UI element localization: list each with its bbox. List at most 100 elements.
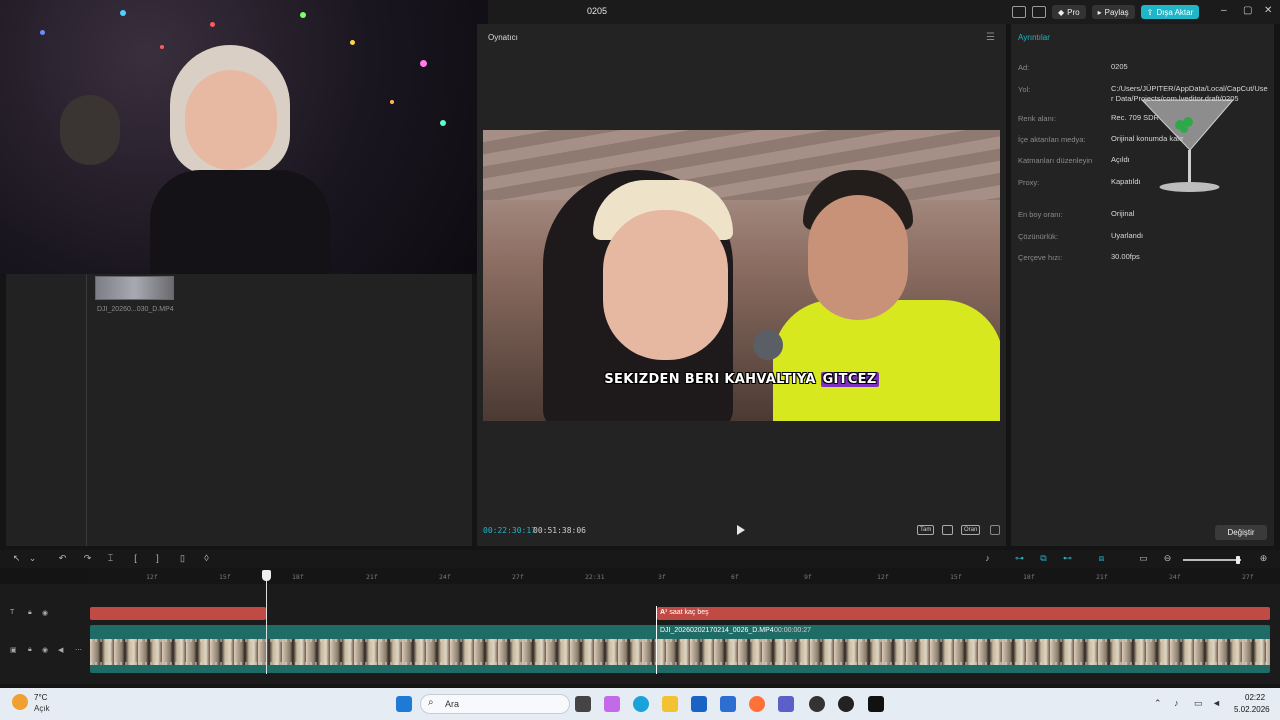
- teams-icon[interactable]: [778, 696, 794, 712]
- zoom-slider[interactable]: [1183, 559, 1241, 561]
- tick-label: 21f: [366, 573, 378, 581]
- zoom-in-icon[interactable]: ⊕: [1259, 554, 1268, 563]
- playhead[interactable]: [266, 574, 267, 674]
- text-clip[interactable]: [657, 607, 1270, 620]
- detail-label-name: Ad:: [1018, 63, 1030, 72]
- capcut-window: 0205 ◆ Pro ▸ Paylaş ⇪ Dışa Aktar – ▢ ✕ DJI_…: [0, 0, 1280, 720]
- file-explorer-icon[interactable]: [662, 696, 678, 712]
- text-clip[interactable]: [90, 607, 266, 620]
- change-button[interactable]: Değiştir: [1215, 525, 1267, 540]
- microphone-icon[interactable]: ♪: [1174, 698, 1179, 708]
- volume-icon[interactable]: ◄: [1212, 698, 1221, 708]
- webcam-overlay: [0, 0, 488, 274]
- weather-description: Açık: [34, 704, 50, 713]
- tick-label: 27f: [1242, 573, 1254, 581]
- taskbar-search[interactable]: [420, 694, 570, 714]
- crop-icon[interactable]: [942, 525, 953, 535]
- split-right-icon[interactable]: ]: [153, 554, 162, 563]
- undo-icon[interactable]: ↶: [58, 554, 67, 563]
- split-icon[interactable]: ⌶: [106, 554, 115, 563]
- tick-label: 3f: [658, 573, 666, 581]
- shield-icon[interactable]: ◊: [202, 554, 211, 563]
- network-icon[interactable]: ▭: [1194, 698, 1203, 709]
- eye-icon[interactable]: ◉: [42, 646, 48, 654]
- fullscreen-icon[interactable]: [990, 525, 1000, 535]
- lock-icon[interactable]: 🔒︎: [28, 646, 32, 654]
- detail-value-name: 0205: [1111, 62, 1128, 71]
- detail-label-aspect: En boy oranı:: [1018, 210, 1063, 219]
- media-thumbnail[interactable]: [95, 276, 174, 300]
- firefox-icon[interactable]: [749, 696, 765, 712]
- menu-icon[interactable]: ☰: [986, 32, 995, 43]
- player-title: Oynatıcı: [488, 33, 518, 42]
- store-icon[interactable]: [691, 696, 707, 712]
- subtitle-main: SEKIZDEN BERI KAHVALTIYA: [604, 372, 816, 387]
- minimize-icon[interactable]: –: [1221, 5, 1227, 16]
- share-button[interactable]: ▸ Paylaş: [1091, 5, 1135, 19]
- chevron-up-icon[interactable]: ⌃: [1154, 698, 1162, 709]
- video-clip-name: DJI_20260202170214_0026_D.MP4: [660, 627, 774, 634]
- current-timecode: 00:22:30:17: [483, 526, 536, 535]
- audio-icon[interactable]: ◀: [58, 646, 63, 654]
- delete-icon[interactable]: ▯: [178, 554, 187, 563]
- redo-icon[interactable]: ↷: [83, 554, 92, 563]
- copilot-icon[interactable]: [604, 696, 620, 712]
- eye-icon[interactable]: ◉: [42, 609, 48, 617]
- project-title: 0205: [587, 6, 608, 16]
- media-clip-label: DJI_20260...030_D.MP4: [97, 306, 174, 313]
- pro-button[interactable]: ◆ Pro: [1052, 5, 1086, 19]
- fit-button[interactable]: Tam: [917, 525, 935, 535]
- playhead-handle[interactable]: [262, 570, 271, 581]
- zoom-out-icon[interactable]: ⊖: [1163, 554, 1172, 563]
- tick-label: 27f: [512, 573, 524, 581]
- tick-label: 18f: [292, 573, 304, 581]
- export-icon: ⇪: [1146, 7, 1154, 17]
- film-perforation: [90, 662, 1270, 665]
- more-icon[interactable]: ⋯: [75, 646, 82, 654]
- film-perforation: [90, 639, 1270, 642]
- details-title: Ayrıntılar: [1018, 33, 1050, 42]
- capcut-icon[interactable]: [868, 696, 884, 712]
- play-icon[interactable]: [737, 525, 745, 535]
- shortcut-icon[interactable]: [1032, 6, 1046, 18]
- edge-icon[interactable]: [633, 696, 649, 712]
- outlook-icon[interactable]: [720, 696, 736, 712]
- video-subtitle: SEKIZDEN BERI KAHVALTIYA GITCEZ: [483, 372, 1000, 387]
- split-left-icon[interactable]: [: [131, 554, 140, 563]
- snap-icon[interactable]: ⊷: [1063, 554, 1072, 563]
- maximize-icon[interactable]: ▢: [1243, 5, 1252, 16]
- export-button[interactable]: ⇪ Dışa Aktar: [1140, 5, 1200, 19]
- weather-temperature: 7°C: [34, 693, 48, 702]
- title-bar-actions: ◆ Pro ▸ Paylaş ⇪ Dışa Aktar: [1012, 5, 1200, 19]
- detail-label-layers: Katmanları düzenleyin: [1018, 156, 1093, 165]
- magnet-icon[interactable]: ⊶: [1015, 554, 1024, 563]
- ratio-button[interactable]: Oran: [961, 525, 981, 535]
- layout-icon[interactable]: [1012, 6, 1026, 18]
- text-clip-label: A¹ saat kaç beş: [660, 609, 709, 616]
- caption-icon[interactable]: ▭: [1139, 554, 1148, 563]
- select-tool-icon[interactable]: ↖: [12, 554, 21, 563]
- tick-label: 12f: [146, 573, 158, 581]
- preview-axis-icon[interactable]: ⧈: [1097, 554, 1106, 563]
- detail-value-resolution: Uyarlandı: [1111, 231, 1144, 240]
- detail-label-proxy: Proxy:: [1018, 178, 1040, 187]
- martini-glass-icon: [1140, 99, 1235, 192]
- weather-icon[interactable]: [12, 694, 28, 710]
- tick-label: 6f: [731, 573, 739, 581]
- start-icon[interactable]: [396, 696, 412, 712]
- detail-value-aspect: Orijinal: [1111, 209, 1135, 218]
- obs-icon[interactable]: [809, 696, 825, 712]
- detail-label-imported-media: İçe aktarılan medya:: [1018, 135, 1086, 144]
- chevron-down-icon[interactable]: ⌄: [28, 554, 37, 563]
- task-view-icon[interactable]: [575, 696, 591, 712]
- subtitle-highlight: GITCEZ: [820, 372, 879, 387]
- link-icon[interactable]: ⧉: [1039, 554, 1048, 563]
- tick-label: 24f: [439, 573, 451, 581]
- lock-icon[interactable]: 🔒︎: [28, 609, 32, 617]
- close-icon[interactable]: ✕: [1264, 5, 1272, 16]
- tick-label: 22:31: [585, 573, 605, 581]
- microphone-icon[interactable]: ♪: [983, 554, 992, 563]
- zoom-slider-handle[interactable]: [1236, 556, 1240, 564]
- video-preview[interactable]: SEKIZDEN BERI KAHVALTIYA GITCEZ: [483, 130, 1000, 421]
- media-player-icon[interactable]: [838, 696, 854, 712]
